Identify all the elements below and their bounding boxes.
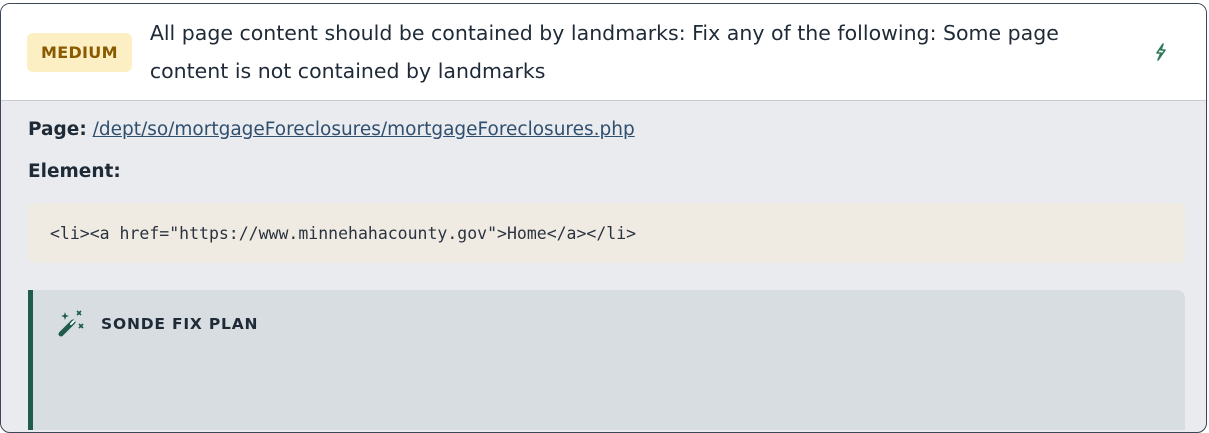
issue-card: MEDIUM All page content should be contai… (0, 3, 1207, 433)
element-row: Element: (28, 159, 1179, 185)
element-code: <li><a href="https://www.minnehahacounty… (50, 223, 637, 243)
element-label: Element: (28, 161, 121, 182)
fix-plan-panel: SONDE FIX PLAN (28, 290, 1185, 430)
page-row: Page: /dept/so/mortgageForeclosures/mort… (28, 117, 1179, 143)
issue-details: Page: /dept/so/mortgageForeclosures/mort… (1, 101, 1206, 430)
fix-plan-title: SONDE FIX PLAN (101, 315, 259, 333)
page-url-link[interactable]: /dept/so/mortgageForeclosures/mortgageFo… (93, 119, 635, 140)
fix-plan-header: SONDE FIX PLAN (55, 308, 1163, 340)
page-label: Page: (28, 119, 87, 140)
issue-header[interactable]: MEDIUM All page content should be contai… (1, 4, 1206, 101)
lightning-icon[interactable] (1150, 41, 1172, 63)
magic-wand-icon (55, 308, 87, 340)
issue-title: All page content should be contained by … (149, 21, 1059, 83)
element-code-block: <li><a href="https://www.minnehahacounty… (28, 203, 1185, 263)
severity-badge: MEDIUM (27, 32, 132, 72)
